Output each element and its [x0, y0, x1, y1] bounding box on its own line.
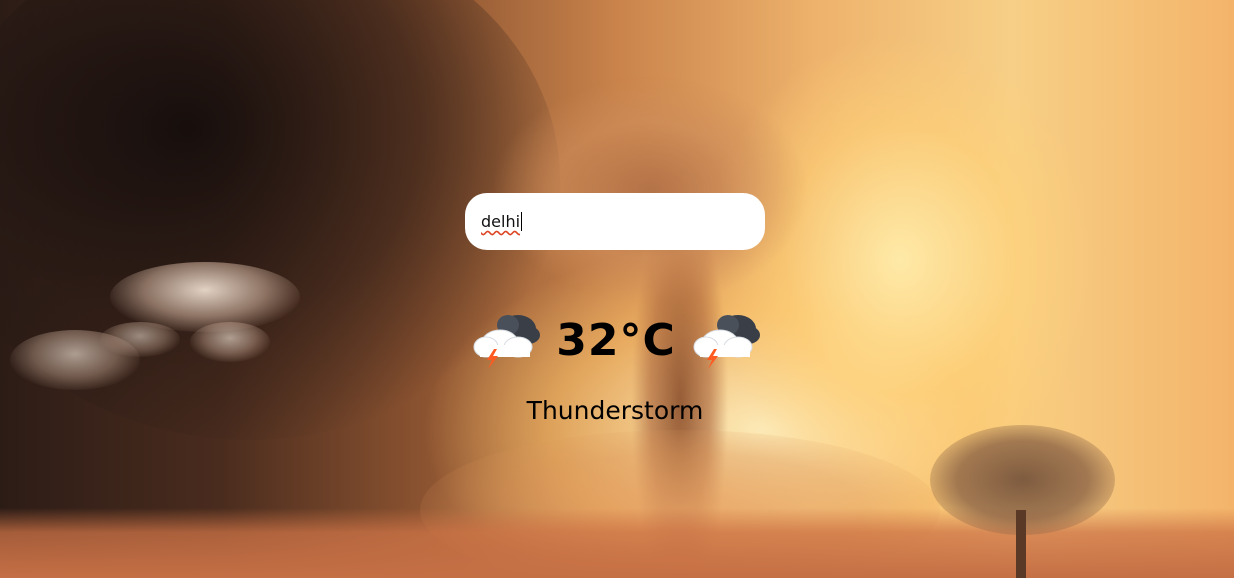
- background-tree-trunk: [1016, 510, 1026, 578]
- weather-condition: Thunderstorm: [526, 396, 704, 425]
- background-cloud: [190, 322, 270, 362]
- thunderstorm-cloud-icon: [473, 315, 540, 369]
- background-cloud: [100, 322, 180, 357]
- weather-summary: 32°C: [470, 305, 762, 375]
- temperature-value: 32°C: [556, 314, 676, 366]
- weather-app: delhi 32°C Thunderstorm: [0, 0, 1234, 578]
- search-input-value[interactable]: delhi: [481, 212, 520, 231]
- thunderstorm-cloud-icon: [693, 315, 760, 369]
- text-caret: [521, 212, 523, 231]
- city-search-input[interactable]: delhi: [465, 193, 765, 250]
